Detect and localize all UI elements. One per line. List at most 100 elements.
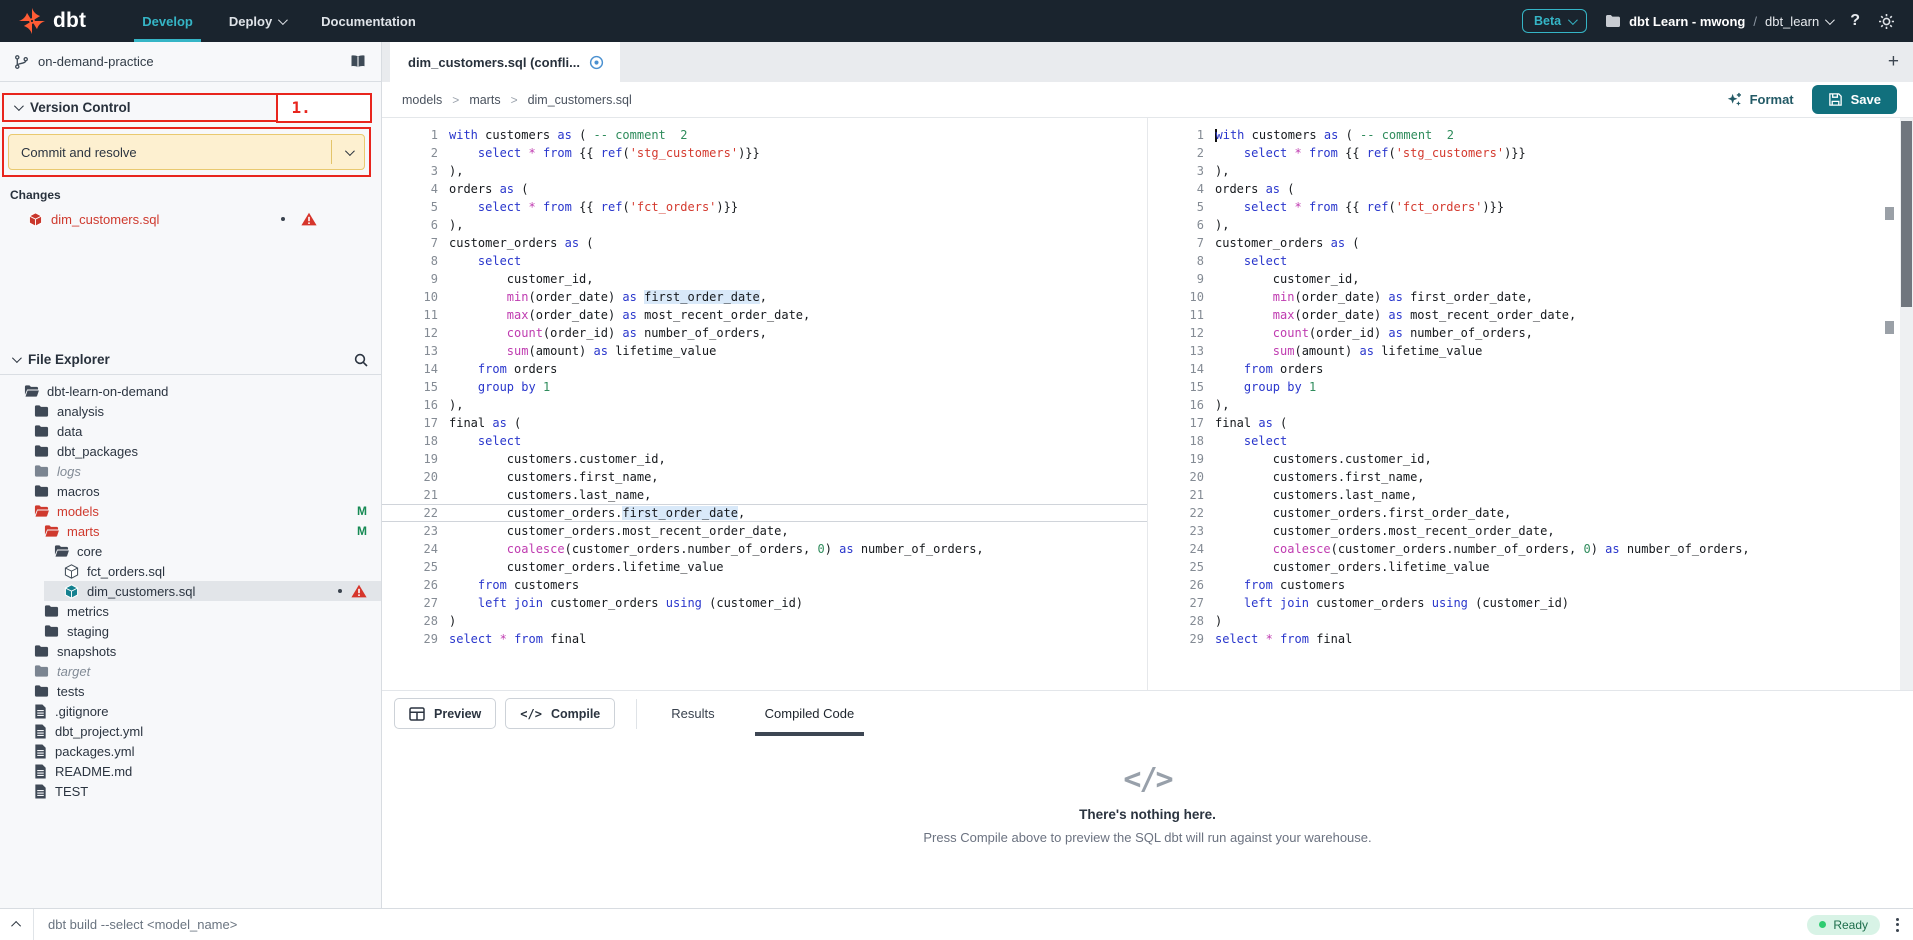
save-button[interactable]: Save (1812, 85, 1897, 114)
scrollbar-thumb[interactable] (1901, 121, 1912, 307)
tree-item-fct_orders.sql[interactable]: fct_orders.sql (0, 561, 381, 581)
code-line: 5 select * from {{ ref('fct_orders')}} (1148, 198, 1913, 216)
tree-item-TEST[interactable]: TEST (0, 781, 381, 801)
tree-item-label: README.md (55, 764, 132, 779)
project-name: dbt_learn (1765, 14, 1819, 29)
code-pane-left[interactable]: 1with customers as ( -- comment 22 selec… (382, 118, 1147, 690)
tree-item-staging[interactable]: staging (0, 621, 381, 641)
unsaved-dot-icon[interactable] (589, 55, 604, 70)
line-number: 12 (1148, 324, 1204, 342)
chevron-down-icon (1825, 15, 1835, 25)
breadcrumb: models>marts>dim_customers.sql (402, 93, 632, 107)
compile-button[interactable]: </> Compile (505, 698, 615, 729)
tree-item-tests[interactable]: tests (0, 681, 381, 701)
code-text: select (438, 252, 521, 270)
chevron-down-icon (278, 15, 288, 25)
line-number: 26 (1148, 576, 1204, 594)
tree-item-packages.yml[interactable]: packages.yml (0, 741, 381, 761)
tree-item-dbt_packages[interactable]: dbt_packages (0, 441, 381, 461)
code-line: 20 customers.first_name, (382, 468, 1147, 486)
annotation-label: 1. (292, 98, 311, 117)
tree-item-logs[interactable]: logs (0, 461, 381, 481)
tree-item-analysis[interactable]: analysis (0, 401, 381, 421)
breadcrumb-separator: / (1753, 14, 1757, 29)
code-text: customer_orders.lifetime_value (438, 558, 724, 576)
tree-item-snapshots[interactable]: snapshots (0, 641, 381, 661)
main-nav: DevelopDeployDocumentation (124, 0, 434, 42)
code-line: 13 sum(amount) as lifetime_value (382, 342, 1147, 360)
beta-button[interactable]: Beta (1522, 9, 1587, 33)
tree-item-dbt-learn-on-demand[interactable]: dbt-learn-on-demand (0, 381, 381, 401)
code-text: from orders (438, 360, 557, 378)
tree-item-data[interactable]: data (0, 421, 381, 441)
folder-icon (44, 604, 59, 618)
project-switcher[interactable]: dbt_learn (1765, 14, 1832, 29)
tree-item-macros[interactable]: macros (0, 481, 381, 501)
kebab-menu[interactable] (1896, 918, 1899, 932)
tree-item-label: analysis (57, 404, 104, 419)
changed-file-dim_customers.sql[interactable]: dim_customers.sql (0, 208, 381, 230)
file-explorer-header[interactable]: File Explorer (0, 345, 381, 375)
model-cube-icon (64, 584, 79, 599)
line-number: 24 (1148, 540, 1204, 558)
code-line: 29select * from final (382, 630, 1147, 648)
format-button[interactable]: Format (1727, 92, 1794, 107)
code-text: coalesce(customer_orders.number_of_order… (1204, 540, 1750, 558)
gear-icon[interactable] (1878, 13, 1895, 30)
empty-state-subtitle: Press Compile above to preview the SQL d… (923, 830, 1371, 845)
new-tab-button[interactable]: + (1888, 51, 1913, 73)
line-number: 20 (1148, 468, 1204, 486)
tree-item-dim_customers.sql[interactable]: dim_customers.sql (0, 581, 381, 601)
code-text: customers.last_name, (1204, 486, 1417, 504)
nav-item-documentation[interactable]: Documentation (303, 0, 434, 42)
tab-dim-customers[interactable]: dim_customers.sql (confli... (390, 42, 620, 82)
line-number: 28 (1148, 612, 1204, 630)
code-line: 26 from customers (382, 576, 1147, 594)
line-number: 15 (382, 378, 438, 396)
tree-item-models[interactable]: modelsM (0, 501, 381, 521)
tree-item-core[interactable]: core (0, 541, 381, 561)
help-icon[interactable]: ? (1850, 12, 1860, 30)
tree-item-target[interactable]: target (0, 661, 381, 681)
code-text: from customers (438, 576, 579, 594)
dbt-logo[interactable]: dbt (0, 0, 96, 42)
commit-options-dropdown[interactable] (332, 149, 364, 156)
code-text: count(order_id) as number_of_orders, (438, 324, 767, 342)
changes-list: dim_customers.sql (0, 208, 381, 230)
code-line: 8 select (1148, 252, 1913, 270)
file-search-button[interactable] (353, 352, 369, 368)
code-text: customer_id, (1204, 270, 1360, 288)
preview-button[interactable]: Preview (394, 698, 496, 729)
tree-item-README.md[interactable]: README.md (0, 761, 381, 781)
code-text: select * from {{ ref('fct_orders')}} (1204, 198, 1504, 216)
nav-item-deploy[interactable]: Deploy (211, 0, 303, 42)
code-pane-right[interactable]: 1with customers as ( -- comment 22 selec… (1147, 118, 1913, 690)
tree-item-metrics[interactable]: metrics (0, 601, 381, 621)
tree-item-.gitignore[interactable]: .gitignore (0, 701, 381, 721)
chevron-down-icon (12, 353, 22, 363)
account-switcher[interactable]: dbt Learn - mwong / dbt_learn (1605, 14, 1832, 29)
nav-item-develop[interactable]: Develop (124, 0, 211, 42)
git-branch-selector[interactable]: on-demand-practice (0, 42, 381, 82)
format-label: Format (1750, 92, 1794, 107)
commit-and-resolve-button[interactable]: Commit and resolve (8, 134, 365, 170)
editor-scrollbar[interactable] (1900, 118, 1913, 690)
docs-book-icon[interactable] (349, 54, 367, 69)
tab-results[interactable]: Results (657, 691, 728, 736)
code-text: left join customer_orders using (custome… (438, 594, 803, 612)
line-number: 4 (1148, 180, 1204, 198)
code-line: 23 customer_orders.most_recent_order_dat… (1148, 522, 1913, 540)
save-floppy-icon (1828, 92, 1843, 107)
code-text: customer_orders.first_order_date, (438, 504, 745, 522)
panel-expand-toggle[interactable] (14, 921, 21, 928)
breadcrumb-bar: models>marts>dim_customers.sql Format Sa… (382, 82, 1913, 118)
tree-item-dbt_project.yml[interactable]: dbt_project.yml (0, 721, 381, 741)
breadcrumb-item: dim_customers.sql (528, 93, 632, 107)
command-input[interactable]: dbt build --select <model_name> (48, 917, 1807, 932)
code-text: customers.customer_id, (438, 450, 666, 468)
version-control-header[interactable]: Version Control 1. (2, 93, 371, 122)
code-line: 10 min(order_date) as first_order_date, (1148, 288, 1913, 306)
tree-item-marts[interactable]: martsM (0, 521, 381, 541)
tab-compiled-code[interactable]: Compiled Code (751, 691, 869, 736)
code-text: ), (438, 216, 463, 234)
